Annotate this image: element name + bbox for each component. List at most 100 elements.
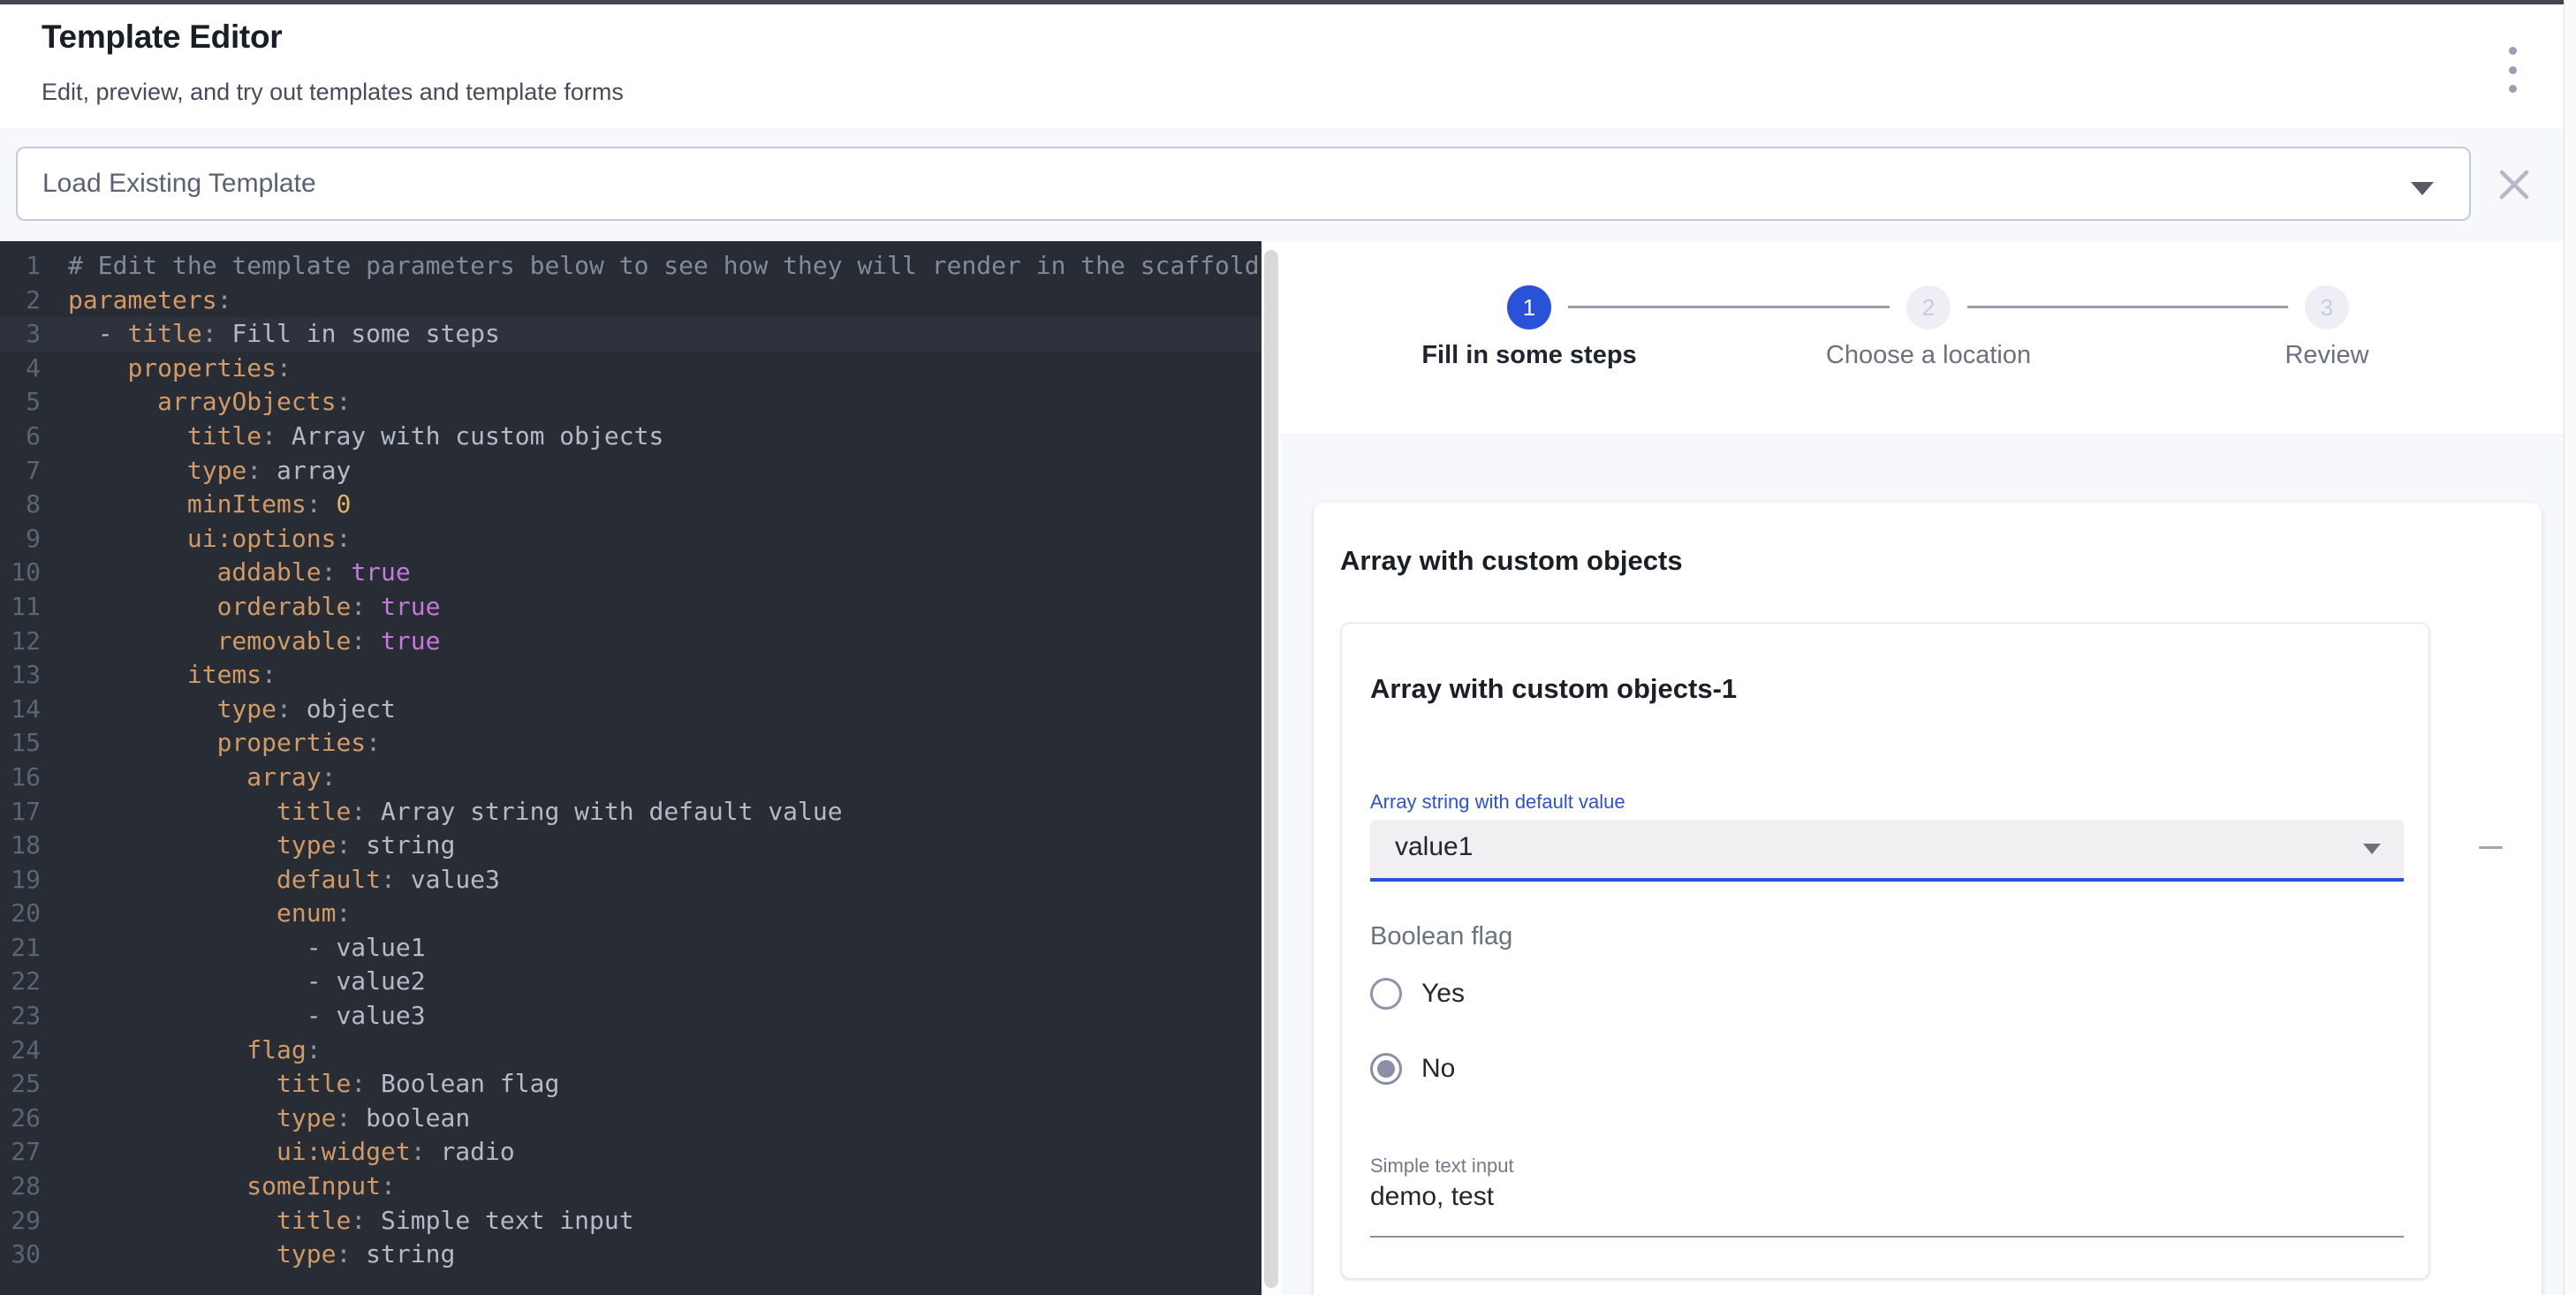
radio-option-label: Yes [1421,979,1465,1009]
code-line[interactable]: 2parameters: [0,284,1261,318]
code-line[interactable]: 13 items: [0,658,1261,693]
code-line[interactable]: 23 - value3 [0,999,1261,1034]
remove-item-button[interactable] [2473,829,2508,865]
code-text: orderable: true [54,590,440,625]
code-text: type: array [54,454,351,488]
code-line[interactable]: 11 orderable: true [0,590,1261,625]
line-number: 22 [0,965,54,999]
page-scrollbar[interactable] [2564,0,2576,1295]
code-text: ui:options: [54,522,351,557]
template-editor-page: Template Editor Edit, preview, and try o… [0,0,2576,1295]
code-text: items: [54,658,277,693]
code-line[interactable]: 30 type: string [0,1238,1261,1272]
line-number: 23 [0,999,54,1034]
code-line[interactable]: 19 default: value3 [0,863,1261,897]
radio-option-no[interactable]: No [1370,1049,1455,1088]
simple-text-input[interactable]: demo, test [1370,1182,1494,1212]
step-label-3: Review [2150,341,2504,370]
line-number: 11 [0,590,54,625]
code-line[interactable]: 21 - value1 [0,931,1261,966]
code-text: enum: [54,897,351,931]
code-line[interactable]: 24 flag: [0,1034,1261,1068]
line-number: 13 [0,658,54,693]
code-line[interactable]: 29 title: Simple text input [0,1204,1261,1238]
line-number: 4 [0,352,54,386]
code-text: # Edit the template parameters below to … [54,249,1260,284]
code-line[interactable]: 16 array: [0,761,1261,795]
code-line[interactable]: 3 - title: Fill in some steps [0,317,1261,352]
line-number: 9 [0,522,54,557]
code-text: - value2 [54,965,426,999]
code-text: default: value3 [54,863,500,897]
code-line[interactable]: 25 title: Boolean flag [0,1067,1261,1102]
array-string-select[interactable]: value1 [1370,820,2404,882]
line-number: 15 [0,726,54,761]
code-text: flag: [54,1034,322,1068]
code-line[interactable]: 1# Edit the template parameters below to… [0,249,1261,284]
code-line[interactable]: 5 arrayObjects: [0,385,1261,420]
code-text: title: Array with custom objects [54,420,663,454]
code-text: someInput: [54,1170,396,1204]
line-number: 3 [0,317,54,352]
yaml-code-editor[interactable]: 1# Edit the template parameters below to… [0,241,1261,1295]
editor-scrollbar-thumb[interactable] [1264,250,1278,1288]
code-text: arrayObjects: [54,385,351,420]
line-number: 29 [0,1204,54,1238]
code-line[interactable]: 7 type: array [0,454,1261,488]
code-line[interactable]: 17 title: Array string with default valu… [0,795,1261,829]
code-line[interactable]: 12 removable: true [0,625,1261,659]
step-circle-2[interactable]: 2 [1906,285,1951,329]
array-item-title: Array with custom objects-1 [1370,673,1737,705]
line-number: 21 [0,931,54,966]
code-line[interactable]: 6 title: Array with custom objects [0,420,1261,454]
code-text: ui:widget: radio [54,1135,515,1170]
code-line[interactable]: 8 minItems: 0 [0,488,1261,522]
line-number: 10 [0,556,54,590]
select-value: value1 [1395,832,1473,862]
code-text: properties: [54,726,381,761]
load-template-placeholder: Load Existing Template [42,169,316,199]
line-number: 19 [0,863,54,897]
page-header: Template Editor Edit, preview, and try o… [0,4,2564,129]
code-line[interactable]: 15 properties: [0,726,1261,761]
select-field-label: Array string with default value [1370,791,1625,814]
load-template-select[interactable]: Load Existing Template [16,147,2471,221]
line-number: 18 [0,829,54,863]
line-number: 25 [0,1067,54,1102]
code-line[interactable]: 4 properties: [0,352,1261,386]
code-text: properties: [54,352,292,386]
code-line[interactable]: 27 ui:widget: radio [0,1135,1261,1170]
array-item-card: Array with custom objects-1 Array string… [1341,623,2429,1279]
code-text: minItems: 0 [54,488,351,522]
page-subtitle: Edit, preview, and try out templates and… [42,79,624,106]
step-circle-1[interactable]: 1 [1507,285,1551,329]
line-number: 20 [0,897,54,931]
clear-template-button[interactable] [2493,163,2535,206]
line-number: 7 [0,454,54,488]
code-line[interactable]: 10 addable: true [0,556,1261,590]
page-title: Template Editor [42,19,282,56]
step-circle-3[interactable]: 3 [2305,285,2349,329]
code-line[interactable]: 14 type: object [0,693,1261,727]
code-text: array: [54,761,336,795]
line-number: 30 [0,1238,54,1272]
code-text: - value3 [54,999,426,1034]
code-line[interactable]: 26 type: boolean [0,1102,1261,1136]
radio-unchecked-icon[interactable] [1370,978,1402,1010]
editor-scrollbar[interactable] [1261,241,1281,1295]
line-number: 1 [0,249,54,284]
kebab-menu-icon[interactable] [2496,47,2528,93]
minus-icon [2479,846,2503,849]
code-text: - title: Fill in some steps [54,317,500,352]
code-text: title: Simple text input [54,1204,634,1238]
radio-option-yes[interactable]: Yes [1370,974,1465,1013]
code-line[interactable]: 22 - value2 [0,965,1261,999]
code-line[interactable]: 28 someInput: [0,1170,1261,1204]
text-field-label: Simple text input [1370,1155,1514,1178]
code-line[interactable]: 18 type: string [0,829,1261,863]
line-number: 14 [0,693,54,727]
text-input-underline [1370,1236,2404,1238]
code-line[interactable]: 20 enum: [0,897,1261,931]
code-line[interactable]: 9 ui:options: [0,522,1261,557]
radio-checked-icon[interactable] [1370,1053,1402,1085]
